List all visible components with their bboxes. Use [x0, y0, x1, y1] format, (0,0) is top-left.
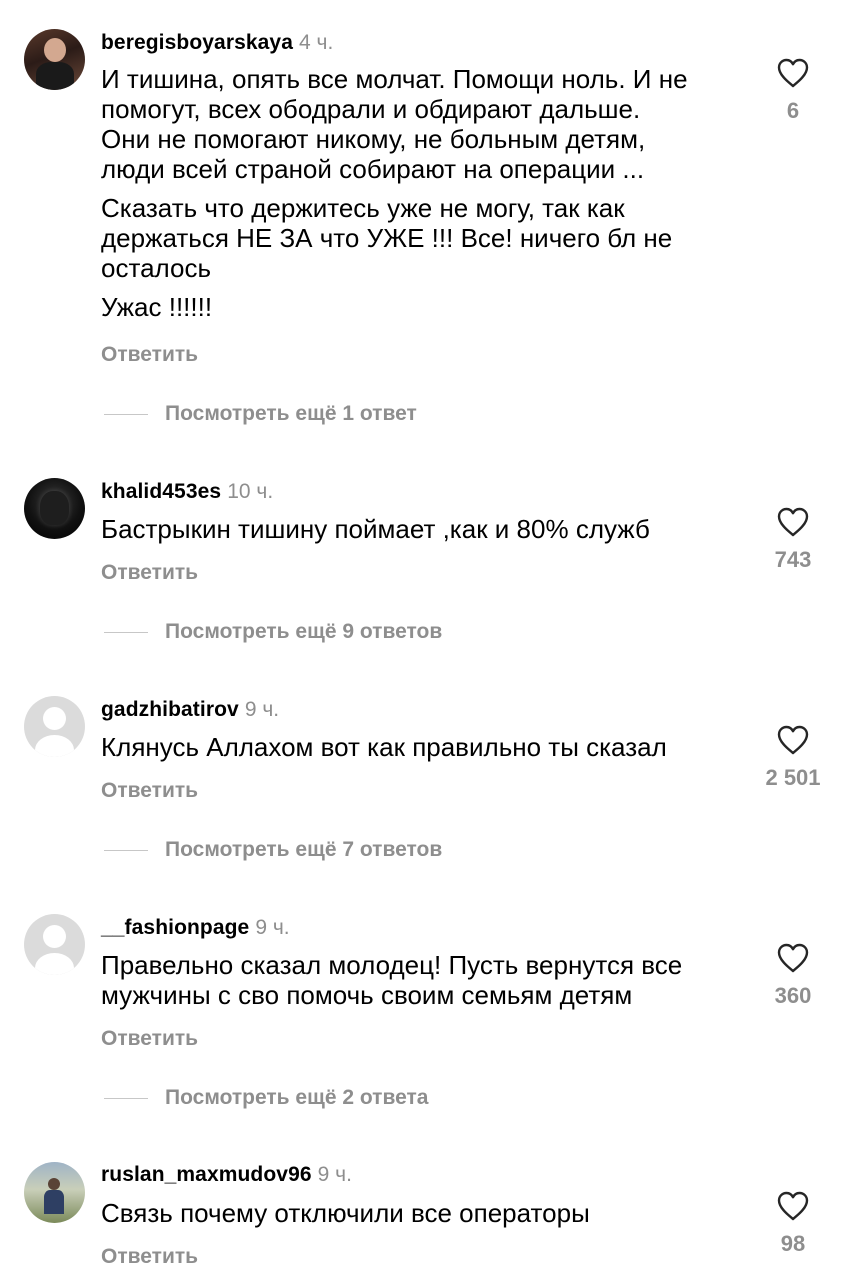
text-line: Клянусь Аллахом вот как правильно ты ска… [101, 732, 667, 762]
view-replies-button[interactable]: Посмотреть ещё 2 ответа [104, 1086, 428, 1110]
reply-button[interactable]: Ответить [101, 343, 198, 367]
heart-outline-icon [777, 943, 809, 973]
text-line: Бастрыкин тишину поймает ,как и 80% служ… [101, 514, 650, 544]
avatar[interactable] [24, 29, 85, 90]
paragraph: Клянусь Аллахом вот как правильно ты ска… [101, 732, 741, 762]
paragraph: Правельно сказал молодец! Пусть вернутся… [101, 950, 741, 1010]
username[interactable]: ruslan_maxmudov96 [101, 1163, 312, 1186]
divider [104, 849, 148, 851]
view-replies-label: Посмотреть ещё 1 ответ [165, 402, 417, 425]
like-button[interactable]: 2 501 [762, 725, 824, 791]
comment-meta: ruslan_maxmudov96 9 ч. [101, 1162, 352, 1188]
text-line: осталось [101, 253, 212, 283]
paragraph: И тишина, опять все молчат. Помощи ноль.… [101, 64, 741, 184]
text-line: Ужас !!!!!! [101, 292, 213, 322]
comment-text: Клянусь Аллахом вот как правильно ты ска… [101, 732, 741, 771]
paragraph: Ужас !!!!!! [101, 292, 741, 322]
avatar[interactable] [24, 1162, 85, 1223]
like-button[interactable]: 360 [762, 943, 824, 1009]
like-count: 6 [786, 98, 800, 123]
view-replies-label: Посмотреть ещё 7 ответов [165, 838, 443, 861]
heart-outline-icon [777, 507, 809, 537]
avatar[interactable] [24, 478, 85, 539]
comment-text: И тишина, опять все молчат. Помощи ноль.… [101, 64, 741, 331]
username[interactable]: beregisboyarskaya [101, 31, 293, 54]
text-line: И тишина, опять все молчат. Помощи ноль.… [101, 64, 688, 94]
divider [104, 413, 148, 415]
default-user-icon-body [35, 953, 74, 975]
heart-outline-icon [777, 725, 809, 755]
heart-outline-icon [777, 1191, 809, 1221]
avatar[interactable] [24, 696, 85, 757]
like-button[interactable]: 743 [762, 507, 824, 573]
text-line: Сказать что держитесь уже не могу, так к… [101, 193, 625, 223]
text-line: Правельно сказал молодец! Пусть вернутся… [101, 950, 683, 980]
comment-text: Бастрыкин тишину поймает ,как и 80% служ… [101, 514, 741, 553]
like-count: 360 [774, 983, 812, 1008]
view-replies-label: Посмотреть ещё 9 ответов [165, 620, 443, 643]
reply-button[interactable]: Ответить [101, 1245, 198, 1269]
heart-outline-icon [777, 58, 809, 88]
avatar[interactable] [24, 914, 85, 975]
reply-button[interactable]: Ответить [101, 561, 198, 585]
timestamp: 9 ч. [244, 698, 280, 721]
reply-button[interactable]: Ответить [101, 779, 198, 803]
comment-meta: __fashionpage 9 ч. [101, 915, 290, 941]
view-replies-button[interactable]: Посмотреть ещё 7 ответов [104, 838, 442, 862]
username[interactable]: khalid453es [101, 480, 221, 503]
like-count: 743 [774, 547, 812, 572]
comment-text: Правельно сказал молодец! Пусть вернутся… [101, 950, 741, 1019]
view-replies-button[interactable]: Посмотреть ещё 9 ответов [104, 620, 442, 644]
paragraph: Связь почему отключили все операторы [101, 1198, 741, 1228]
timestamp: 10 ч. [227, 480, 274, 503]
text-line: Связь почему отключили все операторы [101, 1198, 590, 1228]
comment-meta: gadzhibatirov 9 ч. [101, 697, 279, 723]
view-replies-label: Посмотреть ещё 2 ответа [165, 1086, 429, 1109]
text-line: держаться НЕ ЗА что УЖЕ !!! Все! ничего … [101, 223, 673, 253]
paragraph: Бастрыкин тишину поймает ,как и 80% служ… [101, 514, 741, 544]
like-button[interactable]: 6 [762, 58, 824, 124]
view-replies-button[interactable]: Посмотреть ещё 1 ответ [104, 402, 417, 426]
timestamp: 9 ч. [317, 1163, 352, 1186]
username[interactable]: gadzhibatirov [101, 698, 239, 721]
divider [104, 1097, 148, 1099]
comment-meta: beregisboyarskaya 4 ч. [101, 30, 333, 56]
username[interactable]: __fashionpage [101, 916, 249, 939]
paragraph: Сказать что держитесь уже не могу, так к… [101, 193, 741, 283]
text-line: люди всей страной собирают на операции .… [101, 154, 645, 184]
default-user-icon-body [35, 735, 74, 757]
text-line: помогут, всех ободрали и обдирают дальше… [101, 94, 641, 124]
divider [104, 631, 148, 633]
timestamp: 4 ч. [298, 31, 334, 54]
default-user-icon [43, 925, 66, 948]
reply-button[interactable]: Ответить [101, 1027, 198, 1051]
like-button[interactable]: 98 [762, 1191, 824, 1257]
comment-text: Связь почему отключили все операторы [101, 1198, 741, 1237]
like-count: 2 501 [765, 765, 821, 790]
comment-meta: khalid453es 10 ч. [101, 479, 273, 505]
like-count: 98 [780, 1231, 806, 1256]
text-line: Они не помогают никому, не больным детям… [101, 124, 646, 154]
text-line: мужчины с сво помочь своим семьям детям [101, 980, 633, 1010]
default-user-icon [43, 707, 66, 730]
timestamp: 9 ч. [255, 916, 290, 939]
